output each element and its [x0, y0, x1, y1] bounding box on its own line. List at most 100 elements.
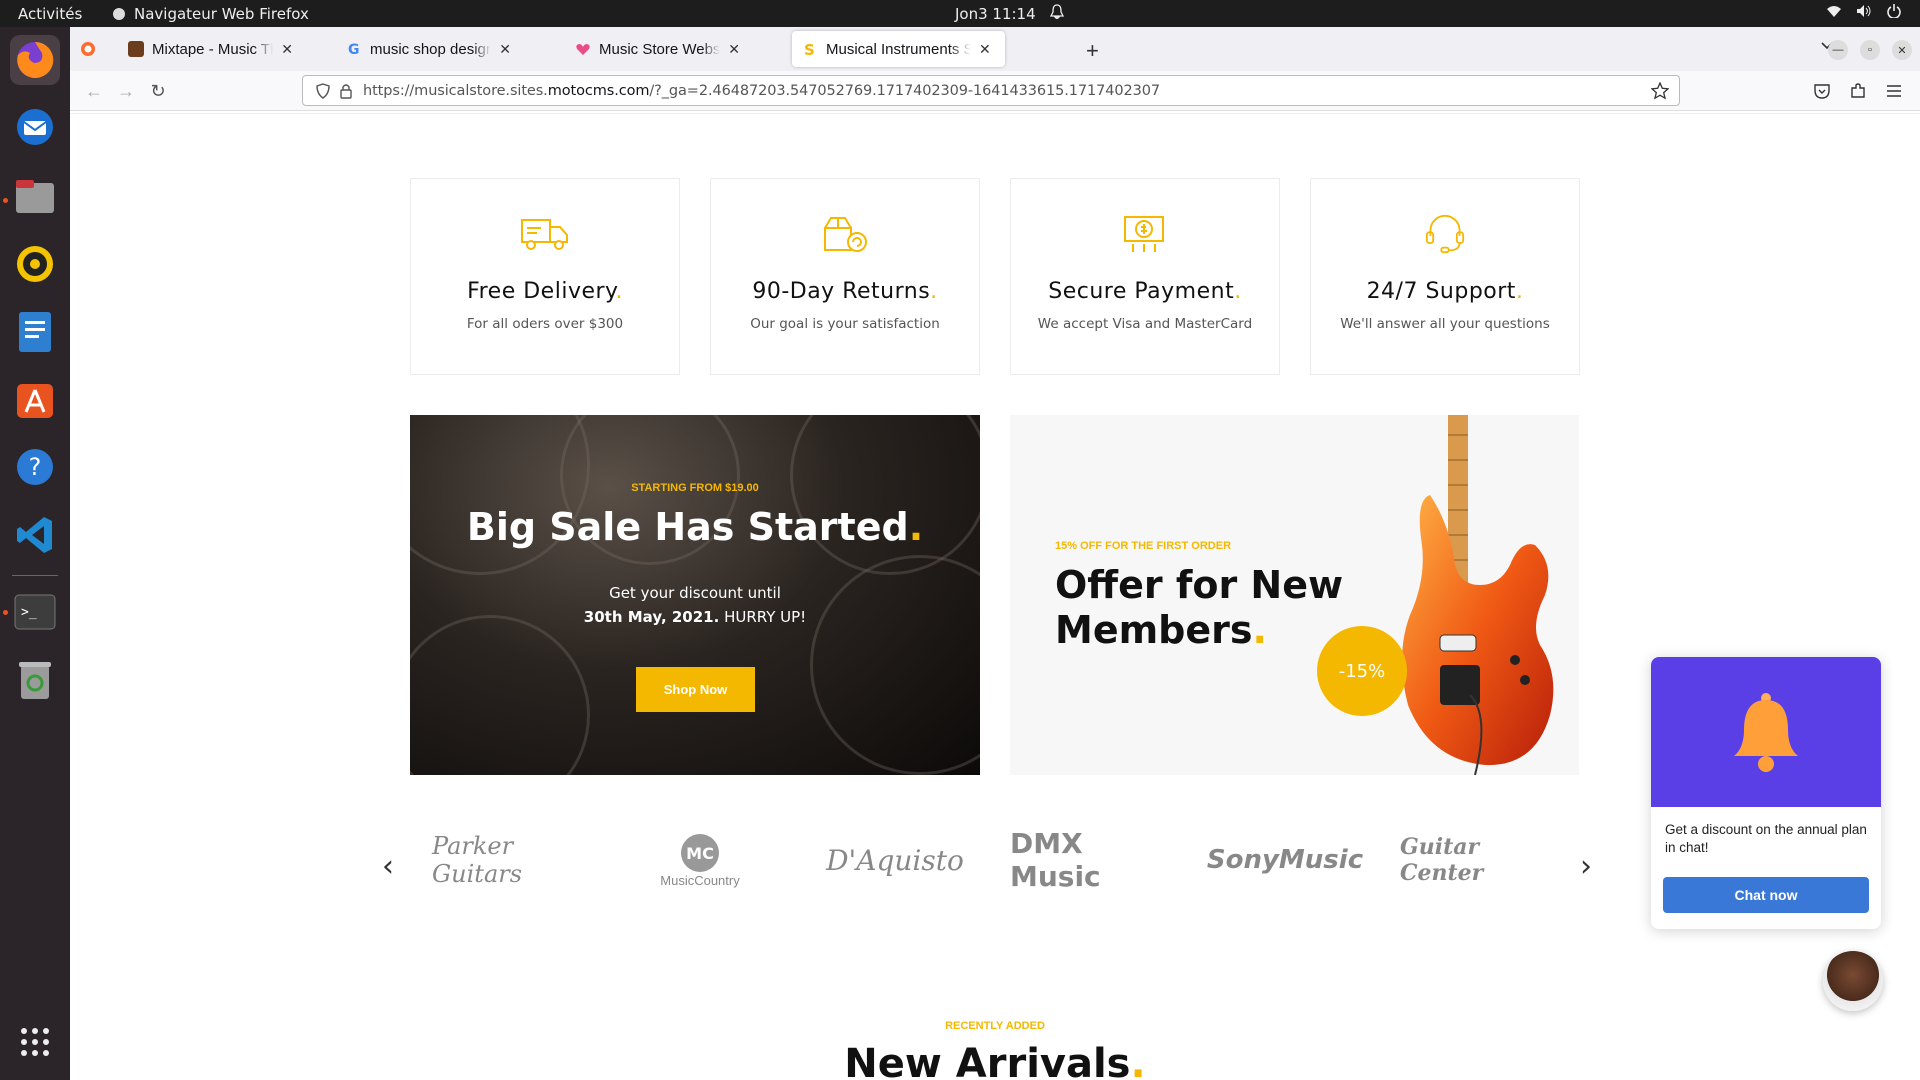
tab-label: Musical Instruments Store: [826, 40, 971, 58]
svg-text:>_: >_: [21, 605, 37, 620]
feature-support: 24/7 Support. We'll answer all your ques…: [1310, 178, 1580, 375]
motocms-favicon-icon: S: [804, 41, 815, 57]
tab-mixtape[interactable]: Mixtape - Music Theme for ✕: [118, 31, 303, 67]
feature-secure-payment: Secure Payment. We accept Visa and Maste…: [1010, 178, 1280, 375]
brand-logo-guitarcenter[interactable]: Guitar Center: [1400, 825, 1560, 895]
thunderbird-icon[interactable]: [10, 102, 60, 152]
brand-logo-daquisto[interactable]: D'Aquisto: [820, 825, 970, 895]
terminal-icon[interactable]: >_: [10, 587, 60, 637]
restore-button[interactable]: ▫: [1860, 40, 1880, 60]
brand-logo-sonymusic[interactable]: SonyMusic: [1205, 825, 1365, 895]
apps-grid-icon[interactable]: [10, 1017, 60, 1067]
return-box-icon: [824, 217, 867, 252]
sale-line-1: Get your discount until: [609, 584, 781, 602]
svg-text:S: S: [804, 41, 815, 57]
chat-widget: Get a discount on the annual plan in cha…: [1651, 657, 1881, 929]
feature-free-delivery: Free Delivery. For all oders over $300: [410, 178, 680, 375]
offer-title: Offer for New Members: [1055, 563, 1344, 652]
writer-icon[interactable]: [10, 307, 60, 357]
browser-nav-bar: ← → ↻ https://musicalstore.sites.motocms…: [70, 71, 1920, 111]
back-icon[interactable]: ←: [84, 81, 104, 101]
tab-google-search[interactable]: G music shop design web - G ✕: [336, 31, 521, 67]
extensions-icon[interactable]: [1849, 82, 1867, 100]
drum-decoration: [790, 415, 980, 575]
files-icon[interactable]: [10, 172, 60, 222]
feature-title: Secure Payment: [1048, 279, 1235, 304]
svg-text:?: ?: [29, 453, 42, 481]
chat-now-button[interactable]: Chat now: [1663, 877, 1869, 913]
clock[interactable]: Jon3 11:14: [955, 5, 1036, 23]
firefox-small-icon: [113, 8, 125, 20]
offer-banner: 15% OFF FOR THE FIRST ORDER Offer for Ne…: [1010, 415, 1579, 775]
feature-desc: We'll answer all your questions: [1340, 316, 1550, 332]
new-tab-button[interactable]: +: [1086, 38, 1099, 64]
feature-desc: For all oders over $300: [466, 316, 624, 332]
tab-label: music shop design web - G: [370, 40, 492, 58]
feature-title: 90-Day Returns: [752, 279, 931, 304]
google-favicon-icon: G: [348, 42, 360, 57]
web-page: Free Delivery. For all oders over $300 9…: [70, 111, 1920, 1080]
svg-text:MC: MC: [686, 844, 714, 863]
mc-logo-icon: MC: [681, 833, 719, 872]
arrivals-title-wrap: New Arrivals.: [70, 1041, 1920, 1080]
dock: ? >_: [0, 27, 70, 1080]
carousel-prev-icon[interactable]: ‹: [382, 849, 394, 884]
close-tab-icon[interactable]: ✕: [979, 41, 991, 58]
tab-label: Mixtape - Music Theme for: [152, 40, 273, 58]
url-bar[interactable]: https://musicalstore.sites.motocms.com/?…: [302, 75, 1680, 106]
headset-icon: [1425, 214, 1465, 254]
forward-icon[interactable]: →: [116, 81, 136, 101]
running-indicator: [3, 610, 8, 615]
pocket-icon[interactable]: [1813, 82, 1831, 100]
reload-icon[interactable]: ↻: [148, 81, 168, 101]
app-menu[interactable]: Navigateur Web Firefox: [112, 5, 309, 23]
system-tray[interactable]: [1826, 4, 1902, 18]
feature-desc: We accept Visa and MasterCard: [1037, 316, 1253, 332]
brand-logo-parker[interactable]: Parker Guitars: [432, 825, 582, 895]
close-tab-icon[interactable]: ✕: [499, 41, 511, 58]
tab-music-store-design[interactable]: Music Store Website Design ✕: [565, 31, 750, 67]
activities-button[interactable]: Activités: [18, 5, 82, 23]
tab-label: Music Store Website Design: [599, 40, 721, 58]
lock-icon[interactable]: [339, 83, 353, 99]
help-icon[interactable]: ?: [10, 442, 60, 492]
shop-now-button[interactable]: Shop Now: [636, 667, 755, 712]
carousel-next-icon[interactable]: ›: [1580, 849, 1592, 884]
close-window-button[interactable]: ✕: [1892, 40, 1912, 60]
firefox-icon[interactable]: [10, 35, 60, 85]
tab-musical-instruments-store[interactable]: S Musical Instruments Store ✕: [792, 31, 1005, 67]
chat-message: Get a discount on the annual plan in cha…: [1665, 822, 1867, 855]
bookmark-star-icon[interactable]: [1651, 82, 1669, 100]
power-icon: [1887, 4, 1901, 18]
sale-kicker: STARTING FROM $19.00: [631, 482, 759, 494]
sale-line-2: 30th May, 2021. HURRY UP!: [583, 608, 807, 626]
header-divider: [70, 113, 1920, 114]
drum-decoration: [410, 615, 590, 775]
trash-icon[interactable]: [10, 655, 60, 705]
close-tab-icon[interactable]: ✕: [281, 41, 293, 58]
brands-carousel: ‹ Parker Guitars MC MusicCountry D'Aquis…: [70, 811, 1920, 921]
discount-badge: -15%: [1317, 626, 1407, 716]
close-tab-icon[interactable]: ✕: [728, 41, 740, 58]
hamburger-menu-icon[interactable]: [1885, 82, 1903, 100]
sale-title: Big Sale Has Started: [466, 505, 909, 549]
electric-guitar-image: [1401, 415, 1554, 775]
rhythmbox-icon[interactable]: [10, 239, 60, 289]
firefox-view-icon[interactable]: [80, 41, 96, 57]
svg-text:G: G: [348, 42, 360, 57]
brand-logo-musiccountry[interactable]: MC MusicCountry: [625, 825, 775, 895]
arrivals-kicker: RECENTLY ADDED: [945, 1020, 1045, 1032]
minimize-button[interactable]: —: [1828, 40, 1848, 60]
chat-agent-avatar[interactable]: [1823, 951, 1883, 1011]
big-sale-banner: STARTING FROM $19.00 Big Sale Has Starte…: [410, 415, 980, 775]
offer-kicker: 15% OFF FOR THE FIRST ORDER: [1055, 540, 1232, 552]
mixtape-favicon-icon: [128, 41, 144, 57]
brand-logo-dmx[interactable]: DMX Music: [1010, 825, 1160, 895]
notification-bell-icon: [1734, 693, 1798, 772]
wifi-icon: [1827, 6, 1841, 17]
tracking-shield-icon[interactable]: [315, 83, 331, 99]
software-icon[interactable]: [10, 375, 60, 425]
payment-icon: [1124, 216, 1164, 252]
vscode-icon[interactable]: [10, 510, 60, 560]
notification-bell-icon: [1050, 4, 1064, 20]
